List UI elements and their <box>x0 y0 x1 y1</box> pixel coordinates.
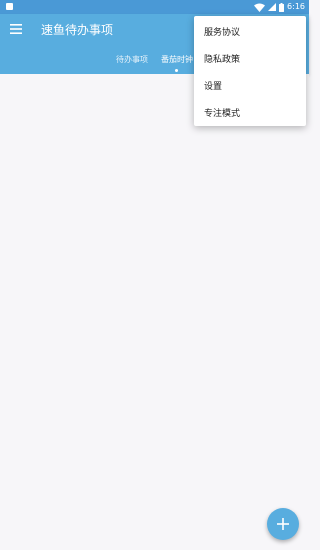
tab-selected-indicator <box>175 69 178 72</box>
menu-item-service-agreement[interactable]: 服务协议 <box>194 18 306 45</box>
app-title: 速鱼待办事项 <box>41 23 114 37</box>
image-notification-icon <box>6 3 13 10</box>
overflow-menu: 服务协议 隐私政策 设置 专注模式 <box>194 16 306 126</box>
hamburger-menu-icon <box>10 24 22 34</box>
menu-item-focus-mode[interactable]: 专注模式 <box>194 99 306 126</box>
cell-signal-icon <box>268 3 277 11</box>
add-button[interactable] <box>267 508 299 540</box>
hamburger-menu-button[interactable] <box>6 19 26 39</box>
main-content <box>0 74 309 550</box>
status-bar: 6:16 <box>0 0 309 14</box>
status-time: 6:16 <box>287 2 305 11</box>
status-icons: 6:16 <box>254 1 305 13</box>
tab-todo[interactable]: 待办事项 <box>116 54 148 66</box>
plus-icon <box>277 518 289 530</box>
menu-item-settings[interactable]: 设置 <box>194 72 306 99</box>
wifi-icon <box>254 3 266 12</box>
tab-pomodoro[interactable]: 番茄时钟 <box>161 54 193 66</box>
menu-item-privacy-policy[interactable]: 隐私政策 <box>194 45 306 72</box>
battery-icon <box>279 2 285 12</box>
